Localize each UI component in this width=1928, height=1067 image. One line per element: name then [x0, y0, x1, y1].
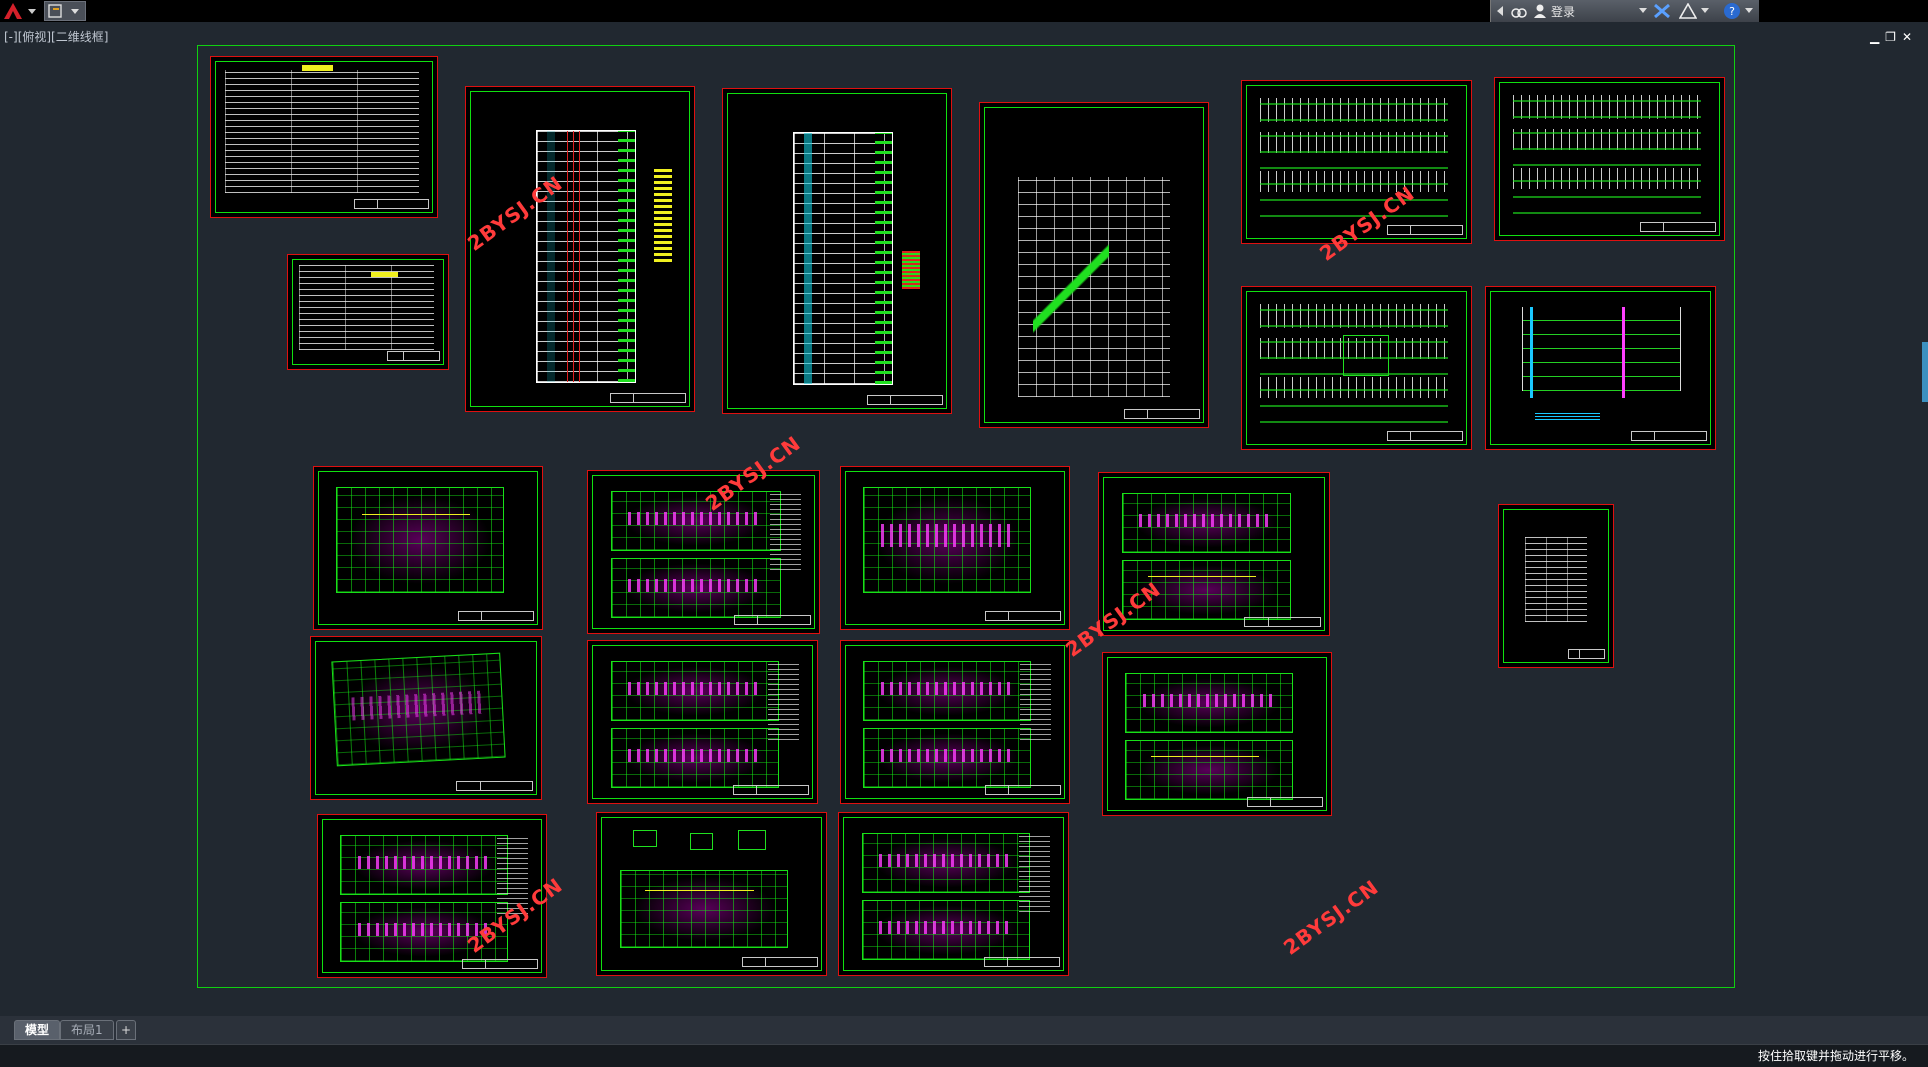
- navigation-bar-edge[interactable]: [1922, 342, 1928, 402]
- svg-text:?: ?: [1729, 5, 1735, 18]
- app-menu-button[interactable]: [2, 1, 40, 21]
- drawing-canvas[interactable]: [-][俯视][二维线框] ▁❐✕ 2BYSJ.CN 2BYSJ.CN 2BYS…: [0, 22, 1928, 1016]
- sheet-floor-plan-5[interactable]: [310, 636, 542, 800]
- left-arrow-icon[interactable]: [1495, 5, 1505, 17]
- restore-icon[interactable]: ❐: [1885, 30, 1902, 44]
- autodesk-triangle-icon[interactable]: [1679, 3, 1697, 19]
- chevron-down-icon[interactable]: [1745, 8, 1753, 14]
- layout-tabs: 模型 布局1 +: [0, 1016, 1928, 1044]
- workspace-icon: [48, 4, 79, 18]
- add-layout-button[interactable]: +: [116, 1020, 136, 1040]
- drawing-window-controls[interactable]: ▁❐✕: [1870, 30, 1918, 44]
- sheet-equipment-list[interactable]: [287, 254, 449, 370]
- minimize-icon[interactable]: ▁: [1870, 30, 1885, 44]
- chevron-down-icon[interactable]: [1639, 8, 1647, 14]
- exchange-icon[interactable]: [1653, 3, 1671, 19]
- command-prompt: 按住拾取键并拖动进行平移。: [1757, 1049, 1914, 1063]
- sheet-design-notes[interactable]: [210, 56, 438, 218]
- status-bar: 按住拾取键并拖动进行平移。: [0, 1044, 1928, 1067]
- help-icon[interactable]: ?: [1723, 2, 1741, 20]
- quick-access-toolbar[interactable]: [44, 1, 86, 21]
- chevron-down-icon[interactable]: [1701, 8, 1709, 14]
- sheet-floor-plan-7[interactable]: [840, 640, 1070, 804]
- sheet-distribution-diagram-3[interactable]: [1241, 286, 1472, 450]
- tab-layout1[interactable]: 布局1: [60, 1020, 114, 1040]
- tab-model[interactable]: 模型: [14, 1020, 61, 1040]
- sheet-floor-plan-11[interactable]: [838, 812, 1069, 976]
- sheet-riser-diagram-2[interactable]: [722, 88, 952, 414]
- user-icon: [1534, 4, 1546, 18]
- info-center: 登录 ?: [1490, 0, 1759, 22]
- viewport-controls[interactable]: [-][俯视][二维线框]: [4, 28, 108, 45]
- sheet-floor-plan-3[interactable]: [840, 466, 1070, 630]
- sheet-drawing-index[interactable]: [1498, 504, 1614, 668]
- sheet-riser-diagram-1[interactable]: [465, 86, 695, 412]
- binoculars-icon[interactable]: [1511, 3, 1527, 19]
- sheet-floor-plan-10[interactable]: [596, 812, 827, 976]
- sheet-floor-plan-9[interactable]: [317, 814, 547, 978]
- sheet-floor-plan-8[interactable]: [1102, 652, 1332, 816]
- title-bar: 登录 ?: [0, 0, 1928, 22]
- sheet-distribution-diagram-2[interactable]: [1494, 77, 1725, 241]
- close-icon[interactable]: ✕: [1902, 30, 1918, 44]
- sheet-floor-plan-1[interactable]: [313, 466, 543, 630]
- sign-in-label[interactable]: 登录: [1551, 3, 1575, 20]
- sheet-system-diagram[interactable]: [1485, 286, 1716, 450]
- sheet-floor-plan-6[interactable]: [587, 640, 818, 804]
- sheet-riser-diagram-3[interactable]: [979, 102, 1209, 428]
